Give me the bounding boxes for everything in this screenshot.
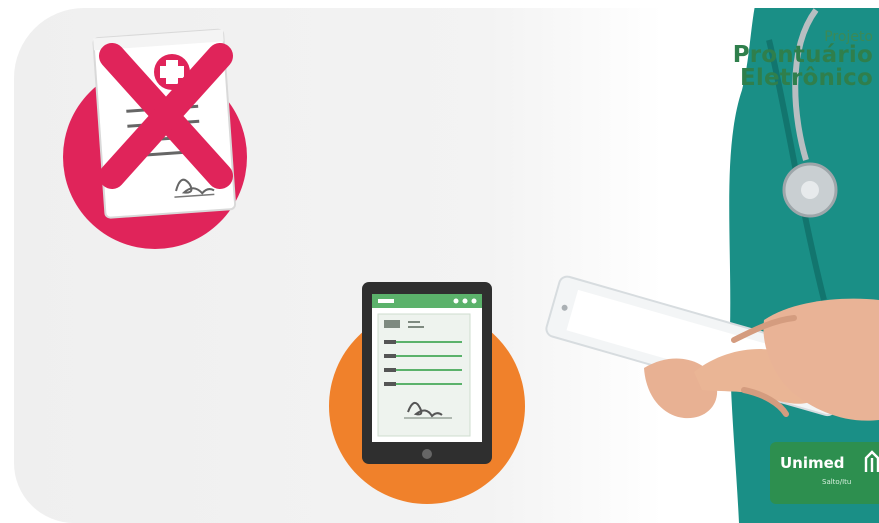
title-line-2: Eletrônico	[739, 65, 873, 91]
unimed-logo-mark-icon	[864, 450, 879, 472]
unimed-logo: Unimed Salto/Itu	[770, 442, 879, 504]
title-line-1: Prontuário	[732, 42, 873, 68]
logo-name: Unimed	[780, 454, 845, 472]
logo-subtitle: Salto/Itu	[822, 478, 852, 486]
paper-record-icon	[63, 28, 247, 249]
banner: Projeto Prontuário Eletrônico Unimed Sal…	[14, 8, 879, 523]
tablet-record-icon	[329, 282, 525, 504]
hero-canvas: Projeto Prontuário Eletrônico Unimed Sal…	[0, 0, 879, 523]
title-block: Projeto Prontuário Eletrônico	[733, 30, 873, 90]
